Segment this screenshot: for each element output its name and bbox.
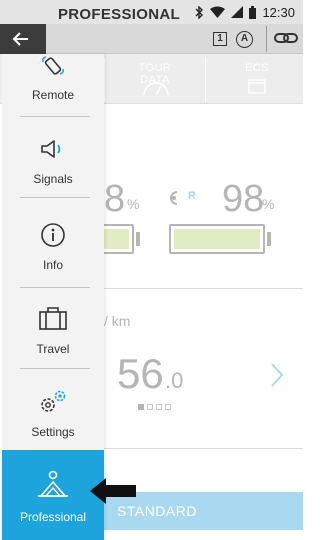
gauge-icon — [143, 82, 169, 96]
signal-icon — [231, 6, 244, 18]
tab-divider — [104, 58, 105, 102]
chevron-right-icon[interactable] — [270, 362, 284, 388]
back-arrow-icon — [12, 32, 28, 46]
section-divider — [104, 448, 303, 449]
speed-value: 56 — [117, 350, 164, 397]
chain-link-icon[interactable] — [274, 30, 298, 46]
page-dot — [138, 404, 144, 410]
remote-icon — [42, 56, 64, 75]
speaker-icon — [41, 140, 61, 158]
battery-left-unit: % — [127, 196, 140, 212]
status-icons: 12:30 — [195, 4, 295, 20]
page-dot — [165, 404, 171, 410]
remote-battery-icon — [170, 191, 178, 205]
remote-badge: R — [188, 190, 196, 202]
drawer-item-settings[interactable]: Settings — [2, 369, 104, 449]
tab-ecs[interactable]: ECS — [230, 62, 284, 74]
page-dot — [147, 404, 153, 410]
mode-number-indicator[interactable]: 1 — [213, 32, 227, 46]
bluetooth-icon — [195, 5, 204, 19]
drawer-item-remote[interactable]: Remote — [2, 54, 104, 116]
ecs-icon — [248, 79, 266, 94]
page-title: PROFESSIONAL — [58, 6, 180, 23]
battery-right-tip — [267, 232, 271, 246]
battery-left-value: 8 — [104, 178, 126, 220]
status-time: 12:30 — [262, 4, 295, 20]
drawer-item-info[interactable]: Info — [2, 198, 104, 284]
pointer-arrow-icon — [90, 478, 136, 504]
battery-left-tip — [136, 232, 140, 246]
info-icon — [41, 223, 65, 247]
speed-decimal: .0 — [165, 368, 184, 393]
tab-divider — [205, 58, 206, 102]
wifi-icon — [210, 6, 226, 18]
drawer-item-label: Travel — [36, 342, 70, 356]
gears-icon — [41, 390, 66, 412]
page-indicator — [138, 404, 171, 410]
drawer-item-travel[interactable]: Travel — [2, 288, 104, 368]
app-bar-divider — [266, 26, 267, 52]
battery-right-unit: % — [262, 196, 275, 212]
battery-right-value: 98 — [222, 178, 265, 220]
back-button[interactable] — [0, 24, 46, 54]
speed-unit: / km — [104, 313, 131, 329]
drawer-item-label: Settings — [31, 425, 75, 439]
drawer-item-label: Signals — [33, 172, 73, 186]
professional-icon — [38, 470, 68, 497]
section-divider — [104, 288, 303, 289]
battery-right-gauge — [169, 224, 265, 254]
drawer-item-label: Info — [42, 258, 63, 272]
suitcase-icon — [39, 307, 67, 330]
mode-letter-indicator[interactable]: A — [236, 31, 253, 48]
drawer-item-label: Professional — [19, 510, 87, 524]
battery-icon — [249, 5, 257, 19]
drawer-item-label: Remote — [31, 88, 75, 102]
page-dot — [156, 404, 162, 410]
drawer-item-signals[interactable]: Signals — [2, 117, 104, 197]
